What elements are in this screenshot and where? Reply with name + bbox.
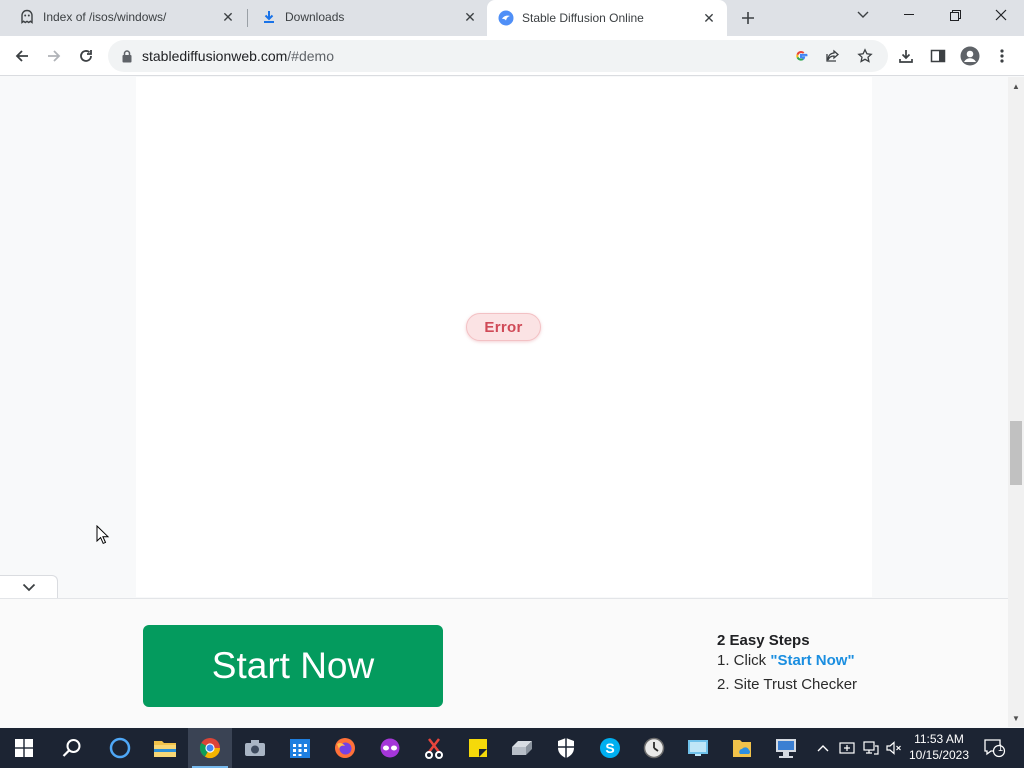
tab-stable-diffusion[interactable]: Stable Diffusion Online ✕: [487, 0, 727, 36]
ghost-icon: [19, 9, 35, 25]
download-icon: [261, 9, 277, 25]
back-button[interactable]: [8, 42, 36, 70]
scroll-up-arrow-icon[interactable]: ▲: [1008, 79, 1024, 93]
lock-icon[interactable]: [120, 49, 134, 63]
windows-taskbar: S 11:53 AM 10/15/2023 1: [0, 728, 1024, 768]
firefox-icon[interactable]: [323, 728, 367, 768]
mouse-cursor-icon: [96, 525, 110, 545]
chrome-icon[interactable]: [188, 728, 232, 768]
side-panel-button[interactable]: [924, 42, 952, 70]
sd-logo-icon: [498, 10, 514, 26]
close-icon[interactable]: ✕: [701, 10, 717, 26]
reload-button[interactable]: [72, 42, 100, 70]
tab-index-isos[interactable]: Index of /isos/windows/ ✕: [0, 0, 246, 34]
url-path: /#demo: [287, 48, 334, 64]
search-icon[interactable]: [50, 728, 94, 768]
svg-text:S: S: [605, 740, 614, 756]
bookmark-star-icon[interactable]: [855, 46, 875, 66]
sticky-notes-icon[interactable]: [456, 728, 500, 768]
scroll-down-arrow-icon[interactable]: ▼: [1008, 711, 1024, 725]
menu-kebab-icon[interactable]: [988, 42, 1016, 70]
tab-title: Stable Diffusion Online: [522, 11, 644, 25]
tab-title: Downloads: [285, 10, 345, 24]
monitor-icon[interactable]: [676, 728, 720, 768]
error-badge: Error: [466, 313, 541, 341]
skype-icon[interactable]: S: [588, 728, 632, 768]
drive-icon[interactable]: [500, 728, 544, 768]
page-viewport: Error Start Now 2 Easy Steps 1. Click "S…: [0, 77, 1008, 727]
camera-icon[interactable]: [233, 728, 277, 768]
tab-title: Index of /isos/windows/: [43, 10, 167, 24]
start-now-button[interactable]: Start Now: [143, 625, 443, 707]
vpn-mask-icon[interactable]: [368, 728, 412, 768]
clock-date: 10/15/2023: [908, 748, 970, 762]
close-window-button[interactable]: [978, 0, 1024, 30]
collapse-ad-button[interactable]: [0, 575, 58, 599]
steps-block: 2 Easy Steps 1. Click "Start Now" 2. Sit…: [717, 631, 917, 695]
url-text: stablediffusionweb.com/#demo: [142, 48, 334, 64]
clock-time: 11:53 AM: [914, 732, 964, 746]
cortana-icon[interactable]: [98, 728, 142, 768]
google-lens-icon[interactable]: [791, 46, 811, 66]
tab-search-button[interactable]: [840, 0, 886, 30]
share-icon[interactable]: [823, 46, 843, 66]
steps-title: 2 Easy Steps: [717, 632, 810, 649]
security-tray-icon[interactable]: [838, 728, 856, 768]
minimize-button[interactable]: [886, 0, 932, 30]
close-icon[interactable]: ✕: [220, 9, 236, 25]
folder-cloud-icon[interactable]: [720, 728, 764, 768]
url-host: stablediffusionweb.com: [142, 48, 288, 64]
step-2: 2. Site Trust Checker: [717, 676, 858, 693]
address-bar[interactable]: stablediffusionweb.com/#demo: [108, 40, 888, 72]
notification-center-icon[interactable]: 1: [980, 728, 1010, 768]
tab-strip: Index of /isos/windows/ ✕ Downloads ✕ St…: [0, 0, 1024, 36]
network-tray-icon[interactable]: [862, 728, 880, 768]
close-icon[interactable]: ✕: [462, 9, 478, 25]
clock-icon[interactable]: [632, 728, 676, 768]
step-1: 1. Click "Start Now": [717, 651, 917, 671]
scissors-tool-icon[interactable]: [412, 728, 456, 768]
forward-button[interactable]: [40, 42, 68, 70]
new-tab-button[interactable]: [737, 7, 759, 29]
ad-banner: Start Now 2 Easy Steps 1. Click "Start N…: [0, 599, 1008, 727]
calendar-icon[interactable]: [278, 728, 322, 768]
downloads-button[interactable]: [892, 42, 920, 70]
network-pc-icon[interactable]: [764, 728, 808, 768]
chevron-down-icon: [22, 583, 35, 592]
notification-count: 1: [998, 743, 1004, 753]
tab-downloads[interactable]: Downloads ✕: [242, 0, 488, 34]
browser-toolbar: stablediffusionweb.com/#demo: [0, 36, 1024, 76]
taskbar-clock[interactable]: 11:53 AM 10/15/2023: [906, 731, 972, 763]
tray-chevron-up-icon[interactable]: [815, 728, 831, 768]
step-1-prefix: 1. Click: [717, 652, 771, 669]
file-explorer-icon[interactable]: [143, 728, 187, 768]
volume-muted-icon[interactable]: [885, 728, 903, 768]
start-icon[interactable]: [2, 728, 46, 768]
restore-button[interactable]: [932, 0, 978, 30]
step-1-highlight: "Start Now": [770, 652, 855, 669]
profile-avatar-icon[interactable]: [956, 42, 984, 70]
scroll-thumb[interactable]: [1010, 421, 1022, 485]
shield-icon[interactable]: [544, 728, 588, 768]
vertical-scrollbar[interactable]: ▲ ▼: [1008, 77, 1024, 727]
